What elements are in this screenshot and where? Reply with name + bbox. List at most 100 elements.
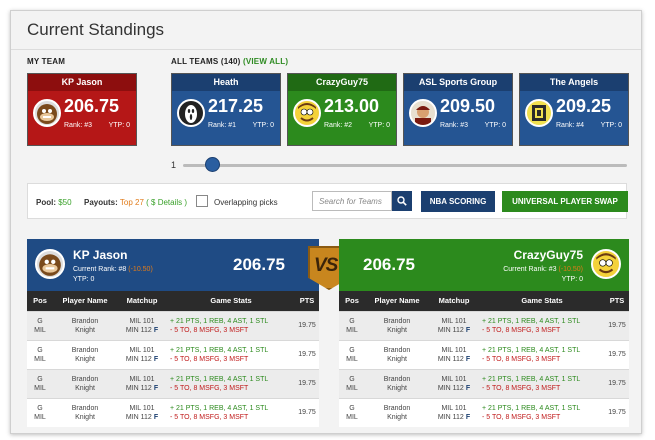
team-card-rank: Rank: #3 [440, 122, 469, 129]
stats-cell: + 21 PTS, 1 REB, 4 AST, 1 STL - 5 TO, 8 M… [479, 339, 605, 369]
team-card-ytp: YTP: 0 [368, 122, 390, 129]
table-row[interactable]: G MIL Brandon Knight MIL 101 MIN 112 F + 21 … [27, 310, 319, 340]
team-card-the-angels[interactable]: The Angels 209.25 Rank: #4 YTP: 0 [519, 73, 629, 146]
team-card-score: 213.00 [324, 96, 380, 116]
right-team-name: CrazyGuy75 [513, 248, 583, 262]
my-team-card[interactable]: KP Jason 206.75 Rank: #3 YTP: 0 [27, 73, 137, 146]
left-team-ytp: YTP: 0 [73, 276, 95, 283]
stats-cell: + 21 PTS, 1 REB, 4 AST, 1 STL - 5 TO, 8 M… [167, 368, 295, 398]
col-matchup: Matchup [429, 291, 479, 311]
table-row[interactable]: G MIL Brandon Knight MIL 101 MIN 112 F + 21 … [339, 397, 629, 427]
team-search-input[interactable]: Search for Teams [312, 191, 392, 211]
search-button[interactable] [392, 191, 412, 211]
pts-cell: 19.75 [295, 368, 319, 398]
team-card-asl-sports-group[interactable]: ASL Sports Group 209.50 Rank: #3 YTP: 0 [403, 73, 513, 146]
table-row[interactable]: G MIL Brandon Knight MIL 101 MIN 112 F + 21 … [339, 368, 629, 398]
final-flag: F [465, 355, 471, 363]
stats-cell: + 21 PTS, 1 REB, 4 AST, 1 STL - 5 TO, 8 M… [167, 310, 295, 340]
left-team-name: KP Jason [73, 248, 128, 262]
final-flag: F [153, 355, 159, 363]
flanders-avatar-icon [293, 99, 321, 127]
player-cell[interactable]: Brandon Knight [365, 397, 429, 427]
player-cell[interactable]: Brandon Knight [53, 310, 117, 340]
table-row[interactable]: G MIL Brandon Knight MIL 101 MIN 112 F + 21 … [27, 397, 319, 427]
matchup-cell: MIL 101 MIN 112 F [429, 339, 479, 369]
view-all-link[interactable]: (VIEW ALL) [243, 57, 288, 66]
team-card-rank: Rank: #3 [64, 122, 93, 129]
matchup-cell: MIL 101 MIN 112 F [429, 368, 479, 398]
team-card-crazyguy75[interactable]: CrazyGuy75 213.00 Rank: #2 YTP: 0 [287, 73, 397, 146]
left-team-score: 206.75 [233, 255, 285, 274]
flanders-avatar-icon [591, 249, 621, 279]
all-teams-header: ALL TEAMS (140) (VIEW ALL) [171, 57, 288, 66]
table-row[interactable]: G MIL Brandon Knight MIL 101 MIN 112 F + 21 … [27, 368, 319, 398]
table-row[interactable]: G MIL Brandon Knight MIL 101 MIN 112 F + 21 … [27, 339, 319, 369]
team-card-rank: Rank: #2 [324, 122, 353, 129]
overlapping-picks-checkbox[interactable] [196, 195, 208, 207]
pool-value: $50 [58, 198, 72, 207]
payouts-info: Payouts: Top 27 ( $ Details ) [84, 198, 187, 207]
payouts-label: Payouts: [84, 198, 118, 207]
team-card-score: 206.75 [64, 96, 120, 116]
all-teams-label: ALL TEAMS (140) [171, 57, 241, 66]
final-flag: F [153, 326, 159, 334]
team-card-heath[interactable]: Heath 217.25 Rank: #1 YTP: 0 [171, 73, 281, 146]
col-game-stats: Game Stats [167, 291, 295, 311]
pts-cell: 19.75 [295, 339, 319, 369]
matchup-cell: MIL 101 MIN 112 F [117, 368, 167, 398]
filter-bar: Pool: $50 Payouts: Top 27 ( $ Details ) … [27, 183, 628, 219]
vs-label: VS [314, 255, 338, 276]
pos-cell: G MIL [27, 368, 53, 398]
standings-window: Current Standings MY TEAM ALL TEAMS (140… [10, 10, 642, 434]
team-card-rank: Rank: #1 [208, 122, 237, 129]
table-row[interactable]: G MIL Brandon Knight MIL 101 MIN 112 F + 21 … [339, 310, 629, 340]
pos-cell: G MIL [339, 368, 365, 398]
player-cell[interactable]: Brandon Knight [365, 310, 429, 340]
matchup-cell: MIL 101 MIN 112 F [117, 339, 167, 369]
nba-scoring-button[interactable]: NBA SCORING [421, 191, 495, 212]
team-card-score: 209.50 [440, 96, 496, 116]
table-row[interactable]: G MIL Brandon Knight MIL 101 MIN 112 F + 21 … [339, 339, 629, 369]
matchup-cell: MIL 101 MIN 112 F [429, 310, 479, 340]
pos-cell: G MIL [339, 310, 365, 340]
right-team-score: 206.75 [363, 255, 415, 274]
final-flag: F [465, 413, 471, 421]
team-card-name: CrazyGuy75 [288, 74, 396, 91]
player-cell[interactable]: Brandon Knight [53, 368, 117, 398]
pts-cell: 19.75 [605, 339, 629, 369]
right-matchup-header: 206.75 CrazyGuy75 Current Rank: #3 (-10.… [339, 239, 629, 291]
stats-cell: + 21 PTS, 1 REB, 4 AST, 1 STL - 5 TO, 8 M… [479, 397, 605, 427]
universal-player-swap-button[interactable]: UNIVERSAL PLAYER SWAP [502, 191, 628, 212]
team-card-ytp: YTP: 0 [600, 122, 622, 129]
stats-cell: + 21 PTS, 1 REB, 4 AST, 1 STL - 5 TO, 8 M… [167, 339, 295, 369]
team-slider-track[interactable] [183, 164, 627, 167]
team-card-ytp: YTP: 0 [252, 122, 274, 129]
pts-cell: 19.75 [605, 310, 629, 340]
right-roster-table: Pos Player Name Matchup Game Stats PTS G… [339, 291, 629, 427]
final-flag: F [465, 384, 471, 392]
matchup-cell: MIL 101 MIN 112 F [117, 310, 167, 340]
page-title: Current Standings [27, 20, 165, 39]
pts-cell: 19.75 [605, 368, 629, 398]
col-game-stats: Game Stats [479, 291, 605, 311]
stats-cell: + 21 PTS, 1 REB, 4 AST, 1 STL - 5 TO, 8 M… [479, 310, 605, 340]
team-card-rank: Rank: #4 [556, 122, 585, 129]
player-cell[interactable]: Brandon Knight [53, 397, 117, 427]
team-slider-handle[interactable] [205, 157, 220, 172]
left-team-rank: Current Rank: #8 (-10.50) [73, 266, 153, 273]
pts-cell: 19.75 [295, 310, 319, 340]
col-player-name: Player Name [53, 291, 117, 311]
col-matchup: Matchup [117, 291, 167, 311]
player-cell[interactable]: Brandon Knight [365, 368, 429, 398]
player-cell[interactable]: Brandon Knight [365, 339, 429, 369]
stats-cell: + 21 PTS, 1 REB, 4 AST, 1 STL - 5 TO, 8 M… [167, 397, 295, 427]
stats-cell: + 21 PTS, 1 REB, 4 AST, 1 STL - 5 TO, 8 M… [479, 368, 605, 398]
table-header-row: Pos Player Name Matchup Game Stats PTS [27, 291, 319, 311]
final-flag: F [153, 384, 159, 392]
player-cell[interactable]: Brandon Knight [53, 339, 117, 369]
col-pts: PTS [295, 291, 319, 311]
payout-details-link[interactable]: ( $ Details ) [146, 198, 187, 207]
matchup-cell: MIL 101 MIN 112 F [117, 397, 167, 427]
col-player-name: Player Name [365, 291, 429, 311]
my-team-label: MY TEAM [27, 57, 66, 66]
